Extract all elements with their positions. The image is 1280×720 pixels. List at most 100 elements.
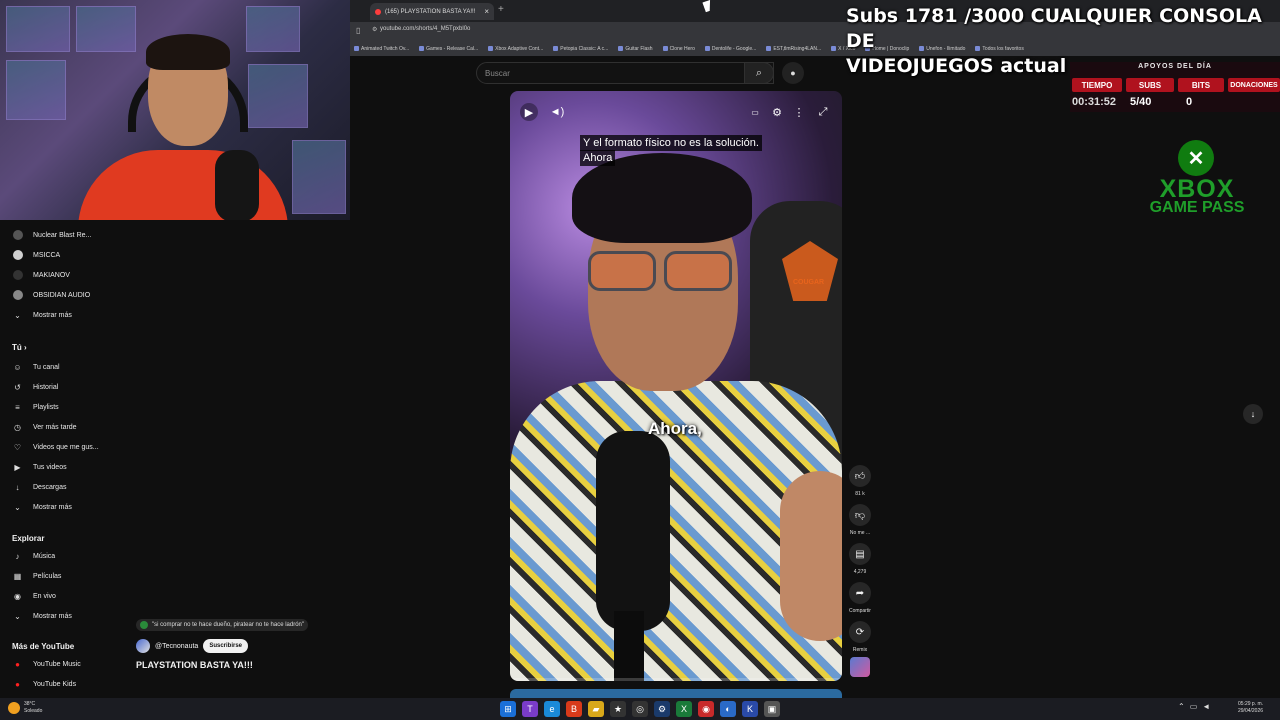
bookmark-icon[interactable]: ▯	[356, 26, 360, 35]
shelf-item	[6, 60, 66, 120]
search-button[interactable]: ⌕	[744, 62, 774, 84]
start-icon[interactable]: ⊞	[500, 701, 516, 717]
shelf-item	[292, 140, 346, 214]
sidebar-item-history[interactable]: ↺ Historial	[12, 380, 58, 394]
sidebar-item-movies[interactable]: ▦ Películas	[12, 569, 62, 583]
stats-header-donations: DONACIONES	[1228, 78, 1280, 92]
short-quote-chip[interactable]: "si comprar no te hace dueño, piratear n…	[136, 619, 309, 631]
sidebar-item-youtube-music[interactable]: ● YouTube Music	[12, 657, 81, 671]
share-button[interactable]: ➦ Compartir	[846, 582, 874, 614]
sidebar-item-watch-later[interactable]: ◷ Ver más tarde	[12, 420, 77, 434]
bookmark-favicon-icon	[553, 46, 559, 52]
sidebar-item-live[interactable]: ◉ En vivo	[12, 589, 56, 603]
subscribe-button[interactable]: Suscribirse	[203, 639, 248, 653]
next-video-button[interactable]: ↓	[1243, 404, 1263, 424]
sidebar-item-your-channel[interactable]: ☺ Tu canal	[12, 360, 59, 374]
fullscreen-icon[interactable]: ⤢	[814, 103, 832, 121]
short-title[interactable]: PLAYSTATION BASTA YA!!!	[136, 660, 253, 670]
channel-avatar-icon	[12, 290, 23, 301]
music-icon: ♪	[15, 551, 20, 561]
download-icon: ↓	[15, 482, 20, 492]
channel-thumbnail[interactable]	[850, 657, 870, 677]
sidebar-item-liked-videos[interactable]: ♡ Videos que me gus...	[12, 440, 99, 454]
close-tab-icon[interactable]: ×	[484, 7, 489, 16]
edge-icon[interactable]: e	[544, 701, 560, 717]
shorts-video-player[interactable]: COUGAR ▶ ◄) ▭ ⚙ ⋮ ⤢ Y el formato físico …	[510, 91, 842, 681]
obs-icon[interactable]: ◎	[632, 701, 648, 717]
search-input[interactable]: Buscar	[476, 62, 774, 84]
sidebar-subscription[interactable]: Nuclear Blast Re...	[12, 228, 91, 242]
folder-icon[interactable]: ▰	[588, 701, 604, 717]
sidebar-item-your-videos[interactable]: ▶ Tus videos	[12, 460, 66, 474]
sidebar-subscription[interactable]: MAKIANOV	[12, 268, 70, 282]
sidebar-item-youtube-kids[interactable]: ● YouTube Kids	[12, 677, 76, 691]
bookmark-item[interactable]: Dentolife - Google...	[704, 46, 756, 52]
voice-search-button[interactable]: ●	[782, 62, 804, 84]
chrome-icon[interactable]: ◉	[698, 701, 714, 717]
chevron-up-icon[interactable]: ⌃	[1178, 702, 1185, 711]
sidebar-item-music[interactable]: ♪ Música	[12, 549, 56, 563]
bookmark-item[interactable]: Games - Release Cal...	[419, 46, 478, 52]
sidebar-you-header[interactable]: Tú ›	[12, 343, 27, 352]
youtube-favicon-icon	[375, 8, 381, 15]
bookmark-item[interactable]: Guitar Flash	[618, 46, 653, 52]
channel-name[interactable]: @Tecnonauta	[155, 643, 198, 650]
play-icon[interactable]: ▶	[520, 103, 538, 121]
more-options-icon[interactable]: ⋮	[790, 103, 808, 121]
channel-avatar-icon	[12, 230, 23, 241]
app-icon[interactable]: K	[742, 701, 758, 717]
bookmark-item[interactable]: Xbox Adaptive Cont...	[488, 46, 543, 52]
captions-icon[interactable]: ▭	[746, 103, 764, 121]
dislike-button[interactable]: 👎︎ No me ...	[846, 504, 874, 536]
app-icon[interactable]: ★	[610, 701, 626, 717]
stats-bits-value: 0	[1186, 96, 1193, 108]
caption-line-1: Y el formato físico no es la solución.	[580, 135, 762, 151]
comment-icon: ▤	[849, 543, 871, 565]
presenter-glasses	[588, 251, 738, 291]
xbox-app-icon[interactable]: X	[676, 701, 692, 717]
browser-icon[interactable]: ◐	[720, 701, 736, 717]
weather-widget[interactable]: 38°C Soleado	[8, 701, 42, 715]
settings-icon[interactable]: ⚙	[768, 103, 786, 121]
bookmark-item[interactable]: Clone Hero	[662, 46, 695, 52]
bookmark-favicon-icon	[488, 46, 494, 52]
bookmark-favicon-icon	[831, 46, 837, 52]
sidebar-subscription[interactable]: OBSIDIAN AUDIO	[12, 288, 90, 302]
clock-icon: ◷	[14, 422, 21, 432]
volume-icon[interactable]: ◄	[1202, 702, 1210, 711]
comments-button[interactable]: ▤ 4,279	[846, 543, 874, 575]
sidebar-show-more[interactable]: ⌄ Mostrar más	[12, 609, 72, 623]
url-text[interactable]: youtube.com/shorts/4_M5Tpxbl0o	[380, 26, 470, 32]
browser-tab[interactable]: (165) PLAYSTATION BASTA YA!!! ×	[370, 3, 494, 20]
stats-header-bits: BITS	[1178, 78, 1224, 92]
app-icon[interactable]: ▣	[764, 701, 780, 717]
remix-button[interactable]: ⟳ Remix	[846, 621, 874, 653]
video-progress-bar[interactable]	[510, 678, 842, 681]
sidebar-item-playlists[interactable]: ≡ Playlists	[12, 400, 59, 414]
like-button[interactable]: 👍︎ 81 k	[846, 465, 874, 497]
brave-icon[interactable]: B	[566, 701, 582, 717]
film-icon: ▦	[13, 571, 22, 581]
new-tab-icon[interactable]: +	[498, 4, 504, 15]
bookmark-favicon-icon	[766, 46, 772, 52]
comment-count: 4,279	[853, 569, 867, 575]
sidebar-show-more[interactable]: ⌄ Mostrar más	[12, 308, 72, 322]
bookmark-item[interactable]: EST,tlmRising4LAN...	[766, 46, 821, 52]
bookmark-item[interactable]: Petopia Classic: A c...	[553, 46, 608, 52]
sidebar-item-downloads[interactable]: ↓ Descargas	[12, 480, 67, 494]
subs-goal-line1: Subs 1781 /3000 CUALQUIER CONSOLA DE	[846, 5, 1262, 52]
bookmark-favicon-icon	[618, 46, 624, 52]
taskbar-clock[interactable]: 05:29 p. m. 29/04/2026	[1238, 701, 1263, 715]
sidebar-subscription[interactable]: MSICCA	[12, 248, 60, 262]
twitch-icon[interactable]: T	[522, 701, 538, 717]
bookmark-favicon-icon	[419, 46, 425, 52]
channel-avatar[interactable]	[136, 639, 150, 653]
site-info-icon[interactable]: ⚙	[372, 26, 377, 33]
weather-condition: Soleado	[24, 708, 43, 714]
network-icon[interactable]: ▭	[1190, 702, 1198, 711]
volume-icon[interactable]: ◄)	[548, 103, 566, 121]
sidebar-show-more[interactable]: ⌄ Mostrar más	[12, 500, 72, 514]
taskbar-apps: ⊞ T e B ▰ ★ ◎ ⚙ X ◉ ◐ K ▣	[500, 701, 780, 717]
bookmark-item[interactable]: Animated Twitch Ov...	[354, 46, 409, 52]
steam-icon[interactable]: ⚙	[654, 701, 670, 717]
